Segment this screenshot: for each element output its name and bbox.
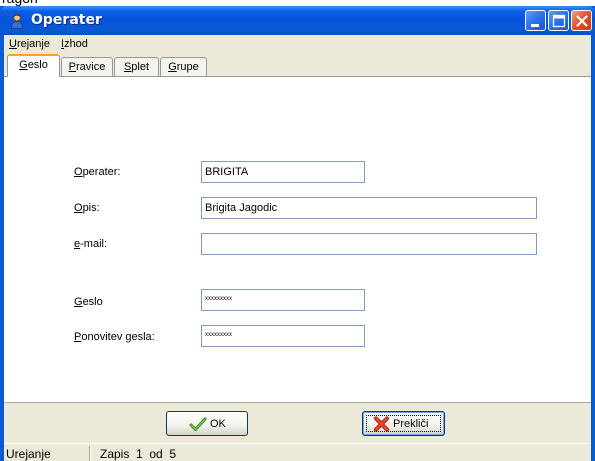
menu-izhod[interactable]: Izhod	[61, 38, 88, 50]
caption-fragment-text: ragon	[2, 0, 38, 5]
ponovitev-gesla-password-input[interactable]: xxxxxxxxx	[201, 325, 365, 347]
cancel-button-label: Prekliči	[393, 418, 429, 430]
tab-geslo-label: eslo	[27, 59, 48, 71]
tab-splet[interactable]: Splet	[114, 57, 159, 76]
tab-splet-label: plet	[131, 61, 150, 73]
red-x-icon	[373, 416, 390, 435]
ok-button[interactable]: OK	[166, 411, 248, 436]
ponovitev-gesla-label-text: onovitev gesla:	[81, 331, 155, 343]
tab-grupe-label: rupe	[176, 61, 199, 73]
geslo-label-accesskey: G	[74, 296, 83, 308]
geslo-label: Geslo	[74, 296, 103, 308]
minimize-button[interactable]	[525, 10, 546, 31]
tab-grupe-accesskey: G	[168, 61, 177, 73]
menu-izhod-label: zhod	[64, 38, 88, 50]
geslo-tab-panel: Operater: BRIGITA Opis: Brigita Jagodic …	[4, 76, 591, 402]
user-app-icon	[9, 13, 25, 29]
tab-grupe[interactable]: Grupe	[160, 57, 207, 76]
email-label: e-mail:	[74, 238, 107, 250]
geslo-label-text: eslo	[82, 296, 103, 308]
geslo-password-input[interactable]: xxxxxxxxx	[201, 289, 365, 311]
close-icon	[576, 15, 588, 27]
tab-pravice[interactable]: Pravice	[61, 57, 113, 76]
status-bar: Urejanje Zapis 1 od 5	[4, 443, 591, 461]
tab-pravice-accesskey: P	[68, 61, 76, 73]
status-separator	[89, 446, 91, 461]
opis-input[interactable]: Brigita Jagodic	[201, 197, 537, 219]
opis-label-accesskey: O	[74, 202, 83, 214]
opis-label-text: pis:	[82, 202, 100, 214]
window-title: Operater	[31, 12, 102, 28]
operater-label-accesskey: O	[74, 166, 83, 178]
button-bar: OK Prekliči	[4, 402, 591, 443]
menu-urejanje-label: rejanje	[16, 38, 50, 50]
maximize-icon	[552, 14, 566, 28]
status-record-counter: Zapis 1 od 5	[100, 447, 177, 461]
title-bar[interactable]: Operater	[0, 6, 595, 35]
operater-label-text: perater:	[82, 166, 121, 178]
tab-pravice-label: ravice	[76, 61, 106, 73]
status-mode: Urejanje	[6, 447, 51, 461]
maximize-button[interactable]	[548, 10, 569, 31]
close-button[interactable]	[571, 10, 592, 31]
ponovitev-gesla-label: Ponovitev gesla:	[74, 331, 155, 343]
tab-geslo[interactable]: Geslo	[7, 54, 60, 77]
operater-window: Operater Urejanje Izhod Geslo Pravice Sp…	[0, 6, 595, 461]
email-input[interactable]	[201, 233, 537, 255]
opis-label: Opis:	[74, 202, 100, 214]
operater-label: Operater:	[74, 166, 120, 178]
menu-urejanje[interactable]: Urejanje	[9, 38, 50, 50]
ok-button-label: OK	[210, 418, 226, 430]
minimize-icon	[531, 24, 539, 27]
window-client-area: Urejanje Izhod Geslo Pravice Splet Grupe…	[4, 35, 591, 461]
menu-bar: Urejanje Izhod	[4, 35, 591, 53]
tab-geslo-accesskey: G	[19, 59, 28, 71]
menu-urejanje-accesskey: U	[9, 38, 17, 50]
email-label-text: -mail:	[80, 238, 108, 250]
checkmark-icon	[189, 416, 207, 435]
operater-input[interactable]: BRIGITA	[201, 161, 365, 183]
cancel-button[interactable]: Prekliči	[362, 411, 445, 436]
